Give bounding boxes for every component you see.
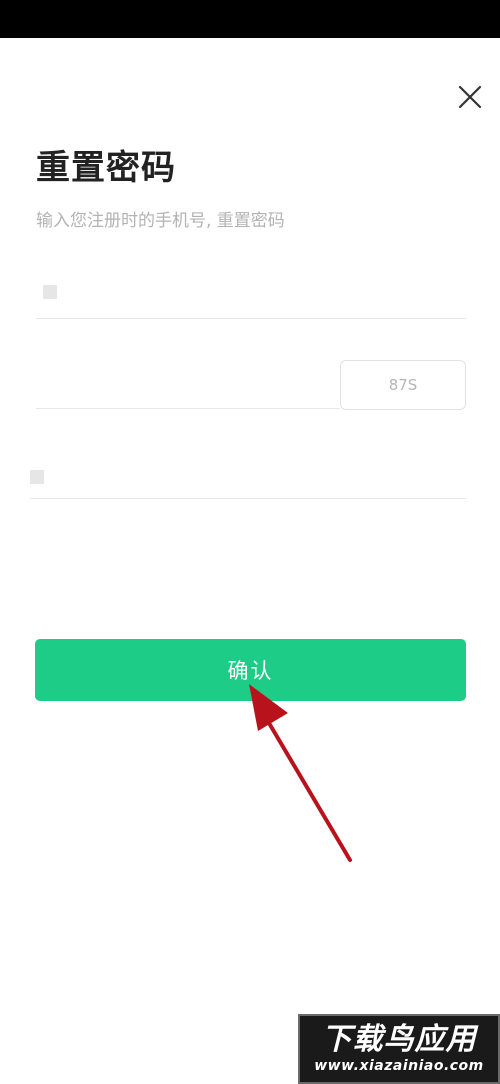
phone-field xyxy=(36,263,466,319)
send-code-button[interactable]: 87S xyxy=(340,360,466,410)
password-input[interactable] xyxy=(30,443,467,498)
watermark-logo: 下载鸟应用 www.xiazainiao.com xyxy=(298,1014,500,1084)
verification-code-field xyxy=(36,353,340,409)
watermark-title: 下载鸟应用 xyxy=(321,1021,477,1057)
page-subtitle: 输入您注册时的手机号, 重置密码 xyxy=(36,211,285,231)
close-button[interactable] xyxy=(455,82,485,112)
phone-input[interactable] xyxy=(36,263,466,318)
status-bar xyxy=(0,0,500,38)
confirm-button[interactable]: 确认 xyxy=(35,639,466,701)
password-field xyxy=(30,443,467,499)
verification-code-input[interactable] xyxy=(36,353,340,408)
page-title: 重置密码 xyxy=(36,148,176,188)
close-icon xyxy=(458,85,482,109)
watermark-url: www.xiazainiao.com xyxy=(314,1057,484,1074)
